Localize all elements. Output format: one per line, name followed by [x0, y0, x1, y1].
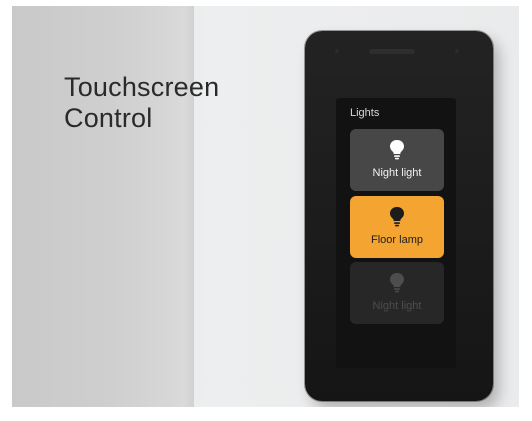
lightbulb-icon [390, 273, 404, 293]
tile-label: Night light [372, 300, 422, 312]
lightbulb-icon [390, 140, 404, 160]
lightbulb-icon [390, 207, 404, 227]
light-tile-floor-lamp[interactable]: Floor lamp [350, 196, 444, 258]
product-scene: Touchscreen Control Lights Night light F… [12, 6, 519, 407]
light-tile-night-light[interactable]: Night light [350, 129, 444, 191]
headline-line-1: Touchscreen [64, 72, 220, 102]
touchscreen-device: Lights Night light Floor lamp Night ligh… [305, 31, 493, 401]
device-screen: Lights Night light Floor lamp Night ligh… [336, 98, 456, 368]
tile-label: Night light [372, 167, 422, 179]
light-tile-night-light-off[interactable]: Night light [350, 262, 444, 324]
device-sensor [455, 49, 459, 53]
headline: Touchscreen Control [64, 72, 284, 134]
device-sensor [335, 49, 339, 53]
screen-title: Lights [350, 107, 380, 119]
device-speaker [369, 49, 415, 54]
tile-label: Floor lamp [371, 234, 423, 246]
headline-line-2: Control [64, 103, 153, 133]
wall-panel [12, 6, 194, 407]
